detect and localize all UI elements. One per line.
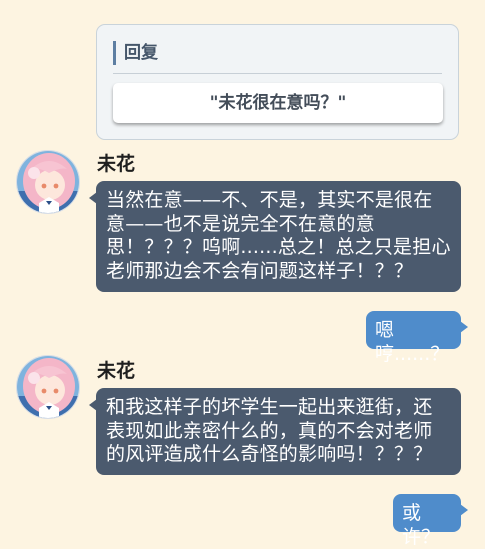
- student-message-bubble: 当然在意——不、不是，其实不是很在意——也不是说完全不在意的意思！？？？呜啊..…: [89, 181, 461, 292]
- reply-card: 回复 "未花很在意吗？": [96, 24, 459, 140]
- sensei-message-bubble: 或许？: [393, 494, 468, 548]
- speaker-name: 未花: [97, 153, 136, 175]
- student-avatar[interactable]: [16, 150, 80, 214]
- student-message-bubble: 和我这样子的坏学生一起出来逛街，还表现如此亲密什么的，真的不会对老师的风评造成什…: [89, 388, 461, 475]
- student-avatar[interactable]: [16, 355, 80, 419]
- reply-header: 回复: [113, 41, 158, 65]
- speaker-name: 未花: [97, 360, 136, 382]
- avatar-portrait-icon: [17, 151, 79, 213]
- sensei-message-bubble: 嗯哼......？: [366, 311, 468, 365]
- avatar-portrait-icon: [17, 356, 79, 418]
- reply-option-button[interactable]: "未花很在意吗？": [113, 83, 443, 123]
- reply-divider: [113, 73, 442, 74]
